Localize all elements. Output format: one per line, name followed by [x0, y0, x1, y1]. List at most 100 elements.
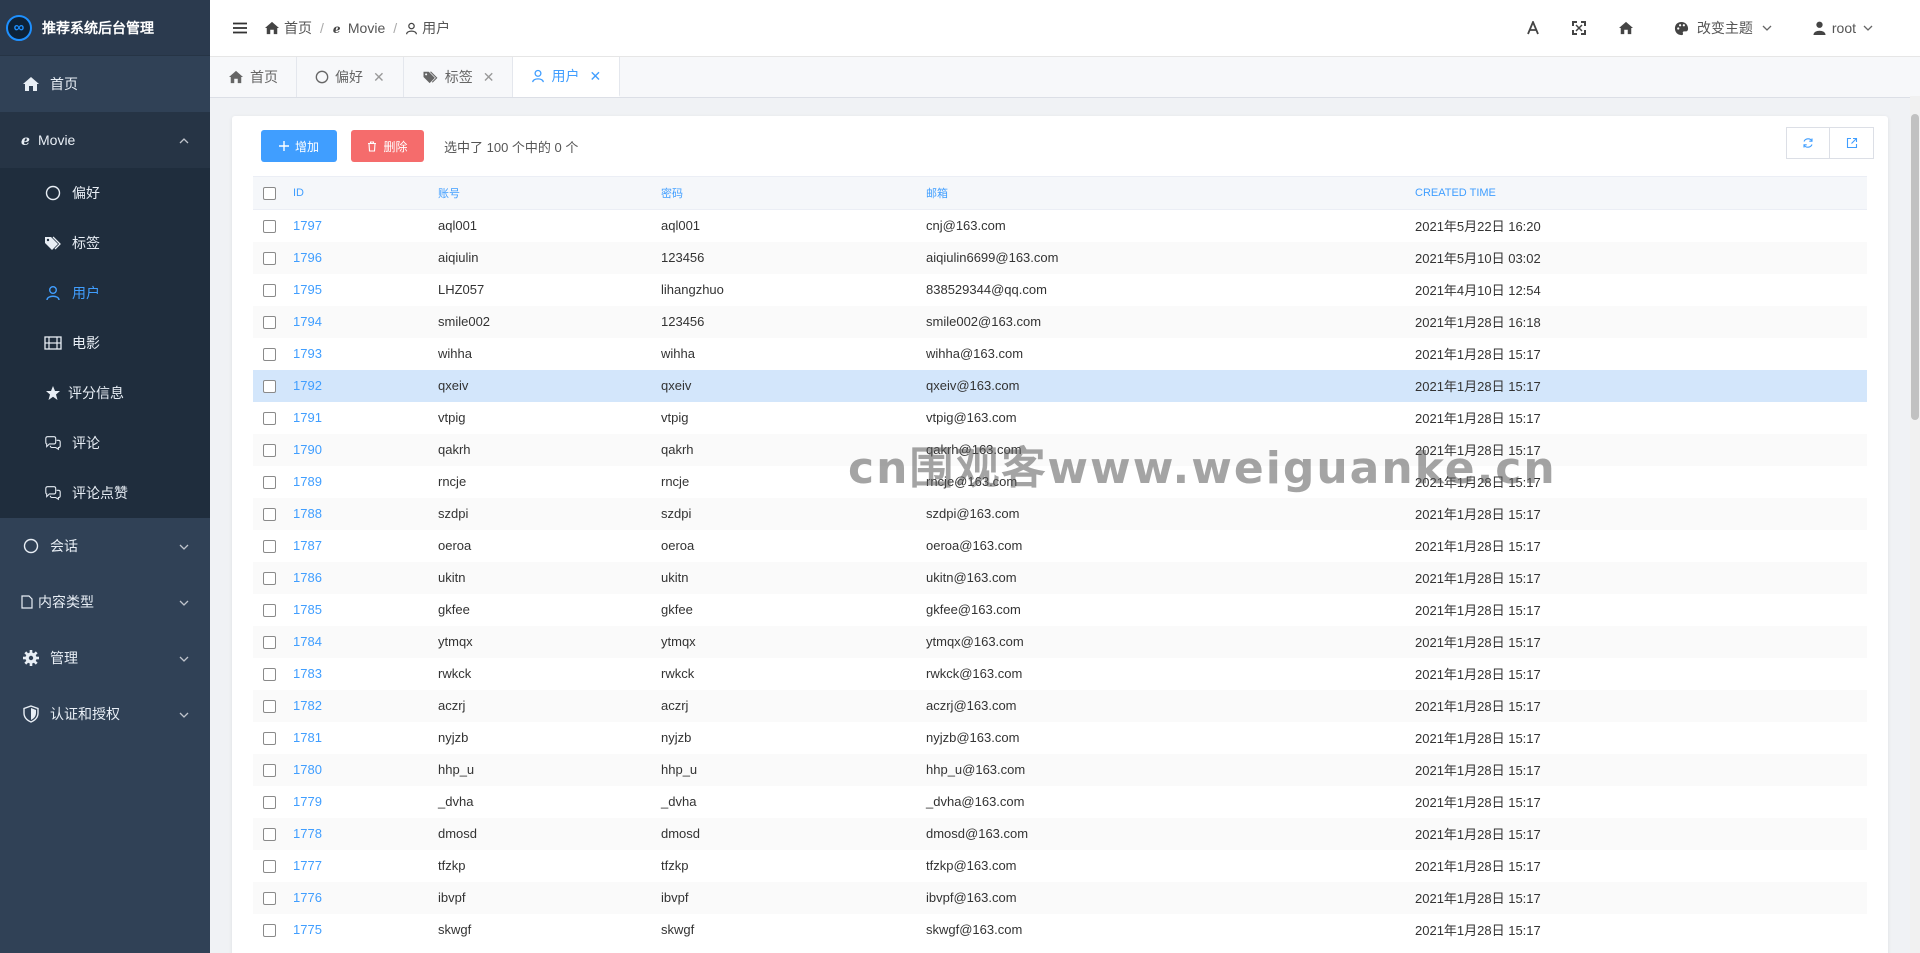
- sidebar-item-comments[interactable]: 评论: [0, 418, 210, 468]
- sidebar-item-admin[interactable]: 管理: [0, 630, 210, 686]
- table-row[interactable]: 1789 rncje rncje rncje@163.com 2021年1月28日 15…: [253, 466, 1867, 498]
- row-checkbox[interactable]: [253, 434, 289, 466]
- close-icon[interactable]: ✕: [483, 69, 495, 86]
- sidebar-item-auth[interactable]: 认证和授权: [0, 686, 210, 742]
- table-row[interactable]: 1787 oeroa oeroa oeroa@163.com 2021年1月28日 15…: [253, 530, 1867, 562]
- cell-id[interactable]: 1796: [289, 242, 434, 274]
- row-checkbox[interactable]: [253, 402, 289, 434]
- cell-id[interactable]: 1795: [289, 274, 434, 306]
- home-button[interactable]: [1602, 0, 1650, 56]
- table-row[interactable]: 1790 qakrh qakrh qakrh@163.com 2021年1月28日 15…: [253, 433, 1867, 466]
- table-row[interactable]: 1784 ytmqx ytmqx ytmqx@163.com 2021年1月28日 15…: [253, 625, 1867, 658]
- select-all-checkbox[interactable]: [253, 177, 289, 210]
- table-row[interactable]: 1776 ibvpf ibvpf ibvpf@163.com 2021年1月28日 15…: [253, 881, 1867, 914]
- row-checkbox[interactable]: [253, 850, 289, 882]
- page-scrollbar[interactable]: [1910, 96, 1920, 953]
- breadcrumb-movie[interactable]: e Movie: [332, 20, 386, 36]
- table-row[interactable]: 1794 smile002 123456 smile002@163.com 2021年1…: [253, 305, 1867, 338]
- sidebar-item-content-types[interactable]: 内容类型: [0, 574, 210, 630]
- sidebar-item-sessions[interactable]: 会话: [0, 518, 210, 574]
- delete-button[interactable]: 删除: [351, 130, 424, 162]
- table-row[interactable]: 1779 _dvha _dvha _dvha@163.com 2021年1月28日 15…: [253, 786, 1867, 818]
- tab-preference[interactable]: 偏好 ✕: [297, 57, 404, 97]
- sidebar-item-home[interactable]: 首页: [0, 56, 210, 112]
- row-checkbox[interactable]: [253, 722, 289, 754]
- row-checkbox[interactable]: [253, 882, 289, 914]
- user-dropdown[interactable]: root: [1789, 0, 1890, 56]
- row-checkbox[interactable]: [253, 786, 289, 818]
- cell-id[interactable]: 1791: [289, 402, 434, 434]
- sidebar-item-ratings[interactable]: 评分信息: [0, 368, 210, 418]
- table-row[interactable]: 1775 skwgf skwgf skwgf@163.com 2021年1月28日 15…: [253, 914, 1867, 946]
- cell-id[interactable]: 1792: [289, 370, 434, 402]
- row-checkbox[interactable]: [253, 338, 289, 370]
- cell-id[interactable]: 1781: [289, 722, 434, 754]
- tab-tags[interactable]: 标签 ✕: [404, 57, 514, 97]
- table-row[interactable]: 1797 aql001 aql001 cnj@163.com 2021年5月22日 16…: [253, 210, 1867, 242]
- refresh-button[interactable]: [1786, 127, 1830, 159]
- row-checkbox[interactable]: [253, 562, 289, 594]
- tab-home[interactable]: 首页: [210, 57, 297, 97]
- row-checkbox[interactable]: [253, 370, 289, 402]
- cell-id[interactable]: 1783: [289, 658, 434, 690]
- sidebar-item-preference[interactable]: 偏好: [0, 168, 210, 218]
- theme-dropdown[interactable]: 改变主题: [1650, 0, 1789, 56]
- sidebar-item-comment-likes[interactable]: 评论点赞: [0, 468, 210, 518]
- table-row[interactable]: 1786 ukitn ukitn ukitn@163.com 2021年1月28日 15…: [253, 561, 1867, 594]
- cell-id[interactable]: 1779: [289, 786, 434, 818]
- cell-id[interactable]: 1777: [289, 850, 434, 882]
- table-row[interactable]: 1780 hhp_u hhp_u hhp_u@163.com 2021年1月28日 15…: [253, 753, 1867, 786]
- cell-id[interactable]: 1775: [289, 914, 434, 946]
- table-row[interactable]: 1788 szdpi szdpi szdpi@163.com 2021年1月28日 15…: [253, 497, 1867, 530]
- table-row[interactable]: 1778 dmosd dmosd dmosd@163.com 2021年1月28日 15…: [253, 817, 1867, 850]
- table-row[interactable]: 1783 rwkck rwkck rwkck@163.com 2021年1月28日 15…: [253, 658, 1867, 690]
- table-row[interactable]: 1795 LHZ057 lihangzhuo 838529344@qq.com 2021…: [253, 274, 1867, 306]
- column-header-account[interactable]: 账号: [434, 177, 657, 210]
- row-checkbox[interactable]: [253, 210, 289, 242]
- column-header-created-time[interactable]: CREATED TIME: [1411, 177, 1867, 210]
- table-row[interactable]: 1793 wihha wihha wihha@163.com 2021年1月28日 15…: [253, 338, 1867, 370]
- row-checkbox[interactable]: [253, 530, 289, 562]
- cell-id[interactable]: 1794: [289, 306, 434, 338]
- row-checkbox[interactable]: [253, 818, 289, 850]
- brand[interactable]: ∞ 推荐系统后台管理: [0, 0, 210, 56]
- close-icon[interactable]: ✕: [373, 69, 385, 86]
- cell-id[interactable]: 1787: [289, 530, 434, 562]
- cell-id[interactable]: 1780: [289, 754, 434, 786]
- add-button[interactable]: 增加: [261, 130, 337, 162]
- column-header-password[interactable]: 密码: [657, 177, 922, 210]
- row-checkbox[interactable]: [253, 690, 289, 722]
- cell-id[interactable]: 1776: [289, 882, 434, 914]
- row-checkbox[interactable]: [253, 242, 289, 274]
- export-button[interactable]: [1830, 127, 1874, 159]
- menu-toggle-icon[interactable]: [230, 18, 250, 38]
- row-checkbox[interactable]: [253, 594, 289, 626]
- column-header-email[interactable]: 邮箱: [922, 177, 1411, 210]
- cell-id[interactable]: 1793: [289, 338, 434, 370]
- row-checkbox[interactable]: [253, 306, 289, 338]
- sidebar-item-tags[interactable]: 标签: [0, 218, 210, 268]
- table-row[interactable]: 1785 gkfee gkfee gkfee@163.com 2021年1月28日 15…: [253, 594, 1867, 626]
- cell-id[interactable]: 1788: [289, 498, 434, 530]
- scrollbar-thumb[interactable]: [1911, 114, 1919, 420]
- table-row[interactable]: 1782 aczrj aczrj aczrj@163.com 2021年1月28日 15…: [253, 689, 1867, 722]
- table-row[interactable]: 1792 qxeiv qxeiv qxeiv@163.com 2021年1月28日 15…: [253, 369, 1867, 402]
- row-checkbox[interactable]: [253, 274, 289, 306]
- cell-id[interactable]: 1778: [289, 818, 434, 850]
- cell-id[interactable]: 1785: [289, 594, 434, 626]
- font-size-button[interactable]: [1510, 0, 1556, 56]
- table-row[interactable]: 1777 tfzkp tfzkp tfzkp@163.com 2021年1月28日 15…: [253, 850, 1867, 882]
- sidebar-item-movie[interactable]: e Movie: [0, 112, 210, 168]
- row-checkbox[interactable]: [253, 466, 289, 498]
- table-row[interactable]: 1781 nyjzb nyjzb nyjzb@163.com 2021年1月28日 15…: [253, 722, 1867, 754]
- sidebar-item-movies[interactable]: 电影: [0, 318, 210, 368]
- cell-id[interactable]: 1790: [289, 434, 434, 466]
- cell-id[interactable]: 1786: [289, 562, 434, 594]
- row-checkbox[interactable]: [253, 658, 289, 690]
- fullscreen-button[interactable]: [1556, 0, 1602, 56]
- column-header-id[interactable]: ID: [289, 177, 434, 210]
- breadcrumb-home[interactable]: 首页: [264, 18, 312, 38]
- cell-id[interactable]: 1782: [289, 690, 434, 722]
- row-checkbox[interactable]: [253, 754, 289, 786]
- cell-id[interactable]: 1784: [289, 626, 434, 658]
